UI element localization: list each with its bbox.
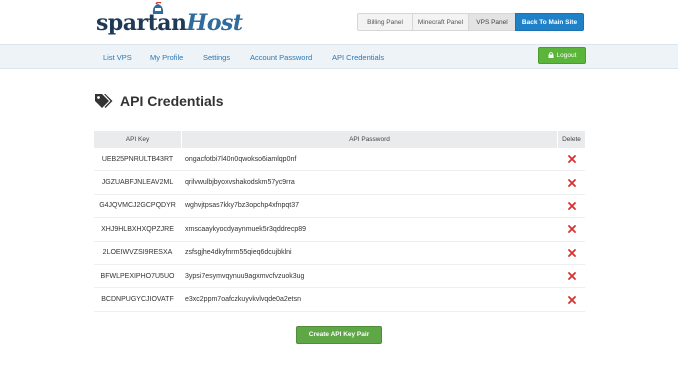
delete-x-icon [567, 155, 576, 164]
delete-x-icon [567, 178, 576, 187]
table-row: BCDNPUGYCJIOVATF e3xc2ppm7oafczkuyvkvlvq… [94, 288, 585, 312]
delete-x-icon [567, 248, 576, 257]
page-heading: API Credentials [94, 93, 223, 109]
table-row: JGZUABFJNLEAV2ML qrilvwulbjbyoxvshakodsk… [94, 171, 585, 195]
nav-my-profile[interactable]: My Profile [150, 45, 183, 70]
nav-api-credentials[interactable]: API Credentials [332, 45, 384, 70]
api-password-cell: zsfsgjhe4dkyfnrm55qieq6dcujbklni [185, 249, 292, 257]
header: spartanHost Billing Panel Minecraft Pane… [0, 0, 678, 44]
panel-tabs: Billing Panel Minecraft Panel VPS Panel … [357, 13, 584, 31]
delete-button[interactable] [558, 202, 585, 210]
delete-button[interactable] [558, 178, 585, 187]
nav-settings[interactable]: Settings [203, 45, 230, 70]
logo[interactable]: spartanHost [96, 2, 244, 38]
tab-billing-panel[interactable]: Billing Panel [357, 13, 412, 31]
api-key-cell: UEB25PNRULTB43RT [101, 155, 174, 163]
api-key-cell: BCDNPUGYCJIOVATF [101, 296, 174, 304]
lock-icon [548, 52, 554, 58]
table-row: BFWLPEXIPHO7U5UO 3ypsi7esymvqynuu9agxmvc… [94, 265, 585, 289]
delete-x-icon [567, 295, 576, 304]
logo-part1: spartan [96, 10, 187, 36]
nav-account-password[interactable]: Account Password [250, 45, 312, 70]
api-key-cell: 2LOEIWVZSI9RESXA [102, 249, 173, 257]
tags-icon [95, 94, 113, 108]
delete-x-icon [567, 225, 576, 234]
delete-button[interactable] [558, 272, 585, 281]
api-key-cell: XHJ9HLBXHXQPZJRE [101, 225, 174, 233]
header-delete: Delete [562, 136, 581, 143]
back-to-main-site-button[interactable]: Back To Main Site [515, 13, 584, 31]
page-title: API Credentials [120, 93, 224, 109]
table-row: 2LOEIWVZSI9RESXA zsfsgjhe4dkyfnrm55qieq6… [94, 242, 585, 265]
delete-x-icon [567, 202, 576, 210]
tab-minecraft-panel[interactable]: Minecraft Panel [412, 13, 468, 31]
api-key-cell: G4JQVMCJ2GCPQDYR [99, 202, 176, 210]
spartan-helmet-icon [152, 2, 164, 14]
delete-button[interactable] [558, 248, 585, 257]
api-password-cell: wghvjtpsas7kky7bz3opchp4xfnpqt37 [185, 202, 300, 210]
api-credentials-table: API Key API Password Delete UEB25PNRULTB… [94, 131, 585, 312]
tab-vps-panel[interactable]: VPS Panel [468, 13, 515, 31]
table-row: XHJ9HLBXHXQPZJRE xmscaaykyocdyaynmuek5r3… [94, 218, 585, 242]
api-password-cell: ongacfotbi7l40n0qwokso6iamlqp0nf [185, 155, 297, 163]
api-key-cell: BFWLPEXIPHO7U5UO [100, 272, 175, 280]
nav-list-vps[interactable]: List VPS [103, 45, 132, 70]
delete-button[interactable] [558, 295, 585, 304]
header-api-password: API Password [181, 131, 558, 148]
delete-x-icon [567, 272, 576, 281]
api-password-cell: e3xc2ppm7oafczkuyvkvlvqde0a2etsn [185, 296, 301, 304]
logout-label: Logout [556, 52, 577, 59]
table-row: G4JQVMCJ2GCPQDYR wghvjtpsas7kky7bz3opchp… [94, 195, 585, 219]
api-password-cell: 3ypsi7esymvqynuu9agxmvcfvzuok3ug [185, 272, 305, 280]
api-password-cell: qrilvwulbjbyoxvshakodskm57yc9rra [185, 179, 295, 187]
create-api-key-pair-button[interactable]: Create API Key Pair [296, 326, 382, 344]
delete-button[interactable] [558, 225, 585, 234]
api-password-cell: xmscaaykyocdyaynmuek5r3qddrecp89 [185, 225, 307, 233]
header-api-key: API Key [125, 136, 150, 143]
api-key-cell: JGZUABFJNLEAV2ML [101, 179, 174, 187]
logout-button[interactable]: Logout [538, 47, 586, 64]
table-header: API Key API Password Delete [94, 131, 585, 148]
delete-button[interactable] [558, 155, 585, 164]
table-row: UEB25PNRULTB43RT ongacfotbi7l40n0qwokso6… [94, 148, 585, 172]
logo-part2: Host [186, 10, 244, 36]
